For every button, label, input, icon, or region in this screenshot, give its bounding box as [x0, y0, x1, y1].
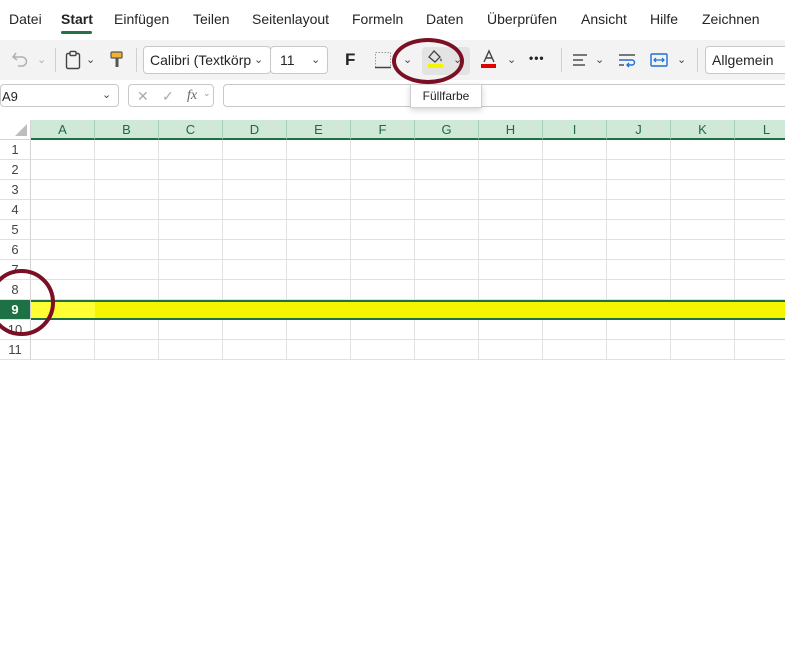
font-name-dropdown[interactable]: Calibri (Textkörp ⌄: [143, 46, 271, 74]
chevron-down-icon[interactable]: ⌄: [102, 88, 111, 101]
formula-bar: A9 ⌄ ✕ ✓ fx ⌄: [0, 84, 785, 108]
borders-icon[interactable]: [374, 51, 392, 69]
separator: [55, 48, 56, 72]
column-header-k[interactable]: K: [671, 120, 735, 140]
borders-chevron-down-icon[interactable]: ⌄: [403, 53, 412, 66]
font-size-value: 11: [280, 52, 295, 68]
font-color-chevron-down-icon[interactable]: ⌄: [507, 53, 516, 66]
align-icon[interactable]: [571, 51, 589, 69]
tab-ansicht[interactable]: Ansicht: [581, 11, 627, 27]
name-box[interactable]: A9 ⌄: [0, 84, 119, 107]
clipboard-icon[interactable]: [64, 50, 82, 70]
chevron-down-icon[interactable]: ⌄: [203, 88, 211, 99]
selected-row-fill[interactable]: [31, 300, 785, 320]
row-header-1[interactable]: 1: [0, 140, 31, 160]
column-header-e[interactable]: E: [287, 120, 351, 140]
column-header-d[interactable]: D: [223, 120, 287, 140]
tab-daten[interactable]: Daten: [426, 11, 463, 27]
tab-zeichnen[interactable]: Zeichnen: [702, 11, 760, 27]
cancel-icon[interactable]: ✕: [137, 88, 149, 105]
row-header-7[interactable]: 7: [0, 260, 31, 280]
insert-function-button[interactable]: fx: [187, 88, 197, 104]
separator: [697, 48, 698, 72]
ribbon-toolbar: ⌄ ⌄ Calibri (Textkörp ⌄ 11 ⌄ F ⌄ ⌄ ⌄ •••…: [0, 40, 785, 80]
tab-teilen[interactable]: Teilen: [193, 11, 230, 27]
formula-input[interactable]: [223, 84, 785, 107]
merge-cells-icon[interactable]: [649, 51, 669, 69]
tab-formeln[interactable]: Formeln: [352, 11, 403, 27]
fill-color-icon[interactable]: [426, 48, 446, 70]
column-header-c[interactable]: C: [159, 120, 223, 140]
row-header-10[interactable]: 10: [0, 320, 31, 340]
font-size-dropdown[interactable]: 11 ⌄: [270, 46, 328, 74]
row-header-2[interactable]: 2: [0, 160, 31, 180]
active-cell-a9[interactable]: [31, 300, 95, 320]
number-format-value: Allgemein: [712, 52, 774, 68]
tab-datei[interactable]: Datei: [9, 11, 42, 27]
chevron-down-icon: ⌄: [254, 54, 264, 66]
font-name-value: Calibri (Textkörp: [150, 52, 252, 68]
tab-ueberpruefen[interactable]: Überprüfen: [487, 11, 557, 27]
more-options-button[interactable]: •••: [529, 51, 545, 65]
undo-chevron-down-icon[interactable]: ⌄: [37, 53, 46, 66]
tab-seitenlayout[interactable]: Seitenlayout: [252, 11, 329, 27]
tab-einfuegen[interactable]: Einfügen: [114, 11, 169, 27]
clipboard-chevron-down-icon[interactable]: ⌄: [86, 53, 95, 66]
column-header-g[interactable]: G: [415, 120, 479, 140]
merge-chevron-down-icon[interactable]: ⌄: [677, 53, 686, 66]
column-header-j[interactable]: J: [607, 120, 671, 140]
select-all-button[interactable]: [0, 120, 31, 140]
chevron-down-icon: ⌄: [311, 54, 321, 66]
row-header-8[interactable]: 8: [0, 280, 31, 300]
column-header-h[interactable]: H: [479, 120, 543, 140]
number-format-dropdown[interactable]: Allgemein: [705, 46, 785, 74]
row-header-5[interactable]: 5: [0, 220, 31, 240]
cell-area[interactable]: [31, 140, 785, 360]
row-header-6[interactable]: 6: [0, 240, 31, 260]
fill-color-chevron-down-icon[interactable]: ⌄: [453, 53, 462, 66]
separator: [561, 48, 562, 72]
enter-icon[interactable]: ✓: [162, 88, 174, 105]
menu-bar: Datei Start Einfügen Teilen Seitenlayout…: [0, 0, 785, 38]
spreadsheet-grid: ABCDEFGHIJKL 1 2 3 4 5 6 7 8 9 10 11: [0, 120, 785, 360]
bold-button[interactable]: F: [345, 50, 355, 70]
tab-start[interactable]: Start: [61, 11, 93, 27]
column-header-b[interactable]: B: [95, 120, 159, 140]
tab-hilfe[interactable]: Hilfe: [650, 11, 678, 27]
formula-actions: ✕ ✓ fx ⌄: [128, 84, 214, 107]
row-header-3[interactable]: 3: [0, 180, 31, 200]
format-painter-icon[interactable]: [108, 50, 126, 70]
name-box-value: A9: [2, 89, 18, 104]
fill-color-tooltip: Füllfarbe: [410, 84, 482, 108]
undo-icon[interactable]: [10, 49, 30, 69]
column-header-i[interactable]: I: [543, 120, 607, 140]
align-chevron-down-icon[interactable]: ⌄: [595, 53, 604, 66]
row-header-9[interactable]: 9: [0, 300, 31, 320]
font-color-icon[interactable]: [479, 48, 499, 70]
column-header-a[interactable]: A: [31, 120, 95, 140]
row-header-4[interactable]: 4: [0, 200, 31, 220]
column-header-l[interactable]: L: [735, 120, 785, 140]
row-header-11[interactable]: 11: [0, 340, 31, 360]
separator: [136, 48, 137, 72]
active-tab-indicator: [61, 31, 92, 34]
wrap-text-icon[interactable]: [617, 51, 637, 69]
column-header-f[interactable]: F: [351, 120, 415, 140]
